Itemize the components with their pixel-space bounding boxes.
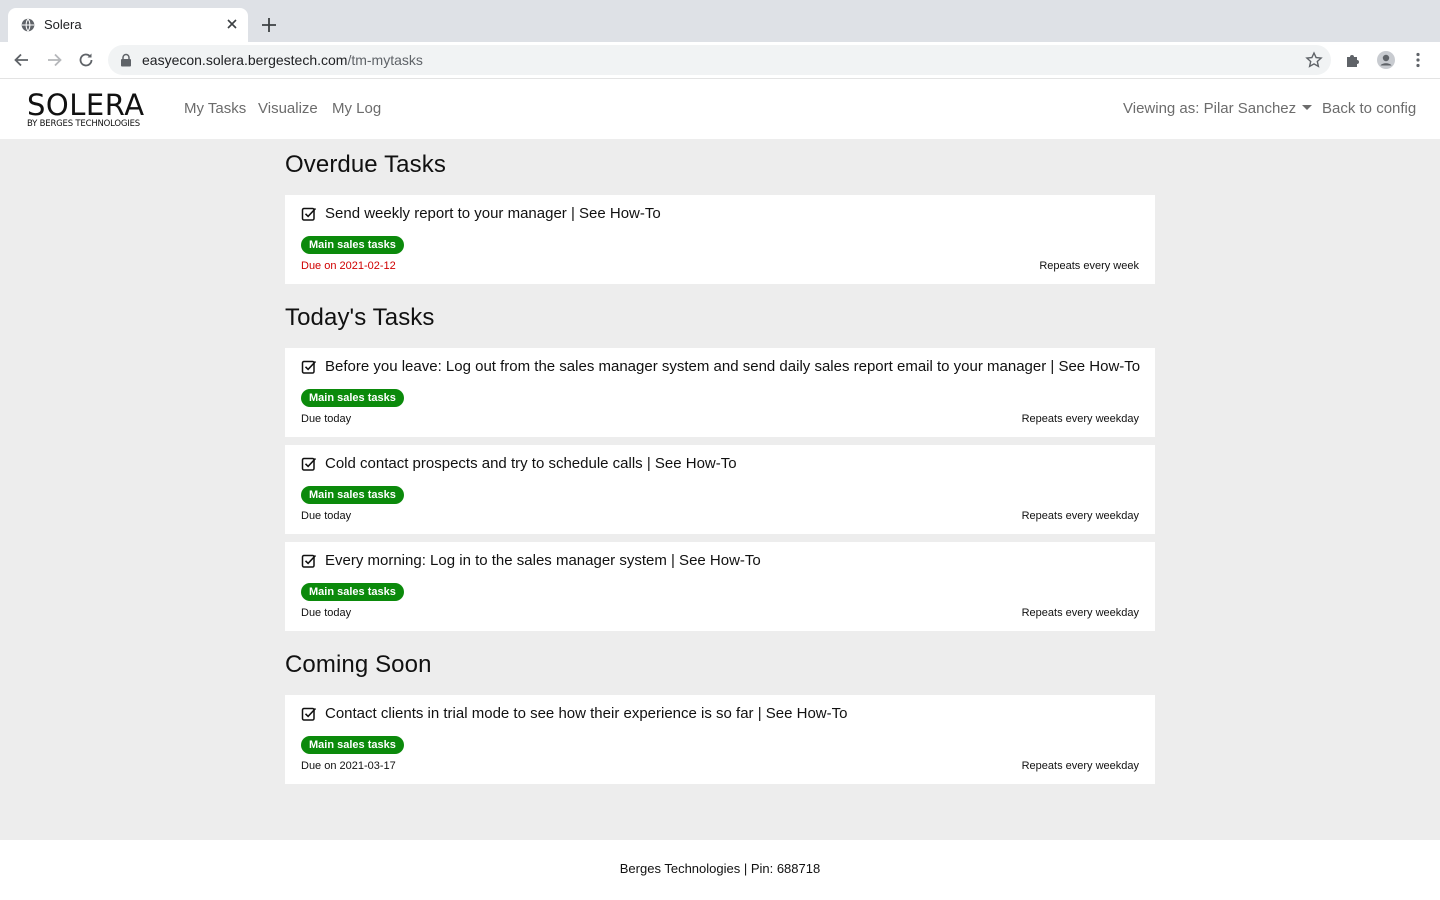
viewing-as-dropdown[interactable]: Viewing as: Pilar Sanchez bbox=[1123, 100, 1313, 117]
viewing-as-label: Viewing as: Pilar Sanchez bbox=[1123, 100, 1297, 117]
checkbox-icon[interactable] bbox=[301, 456, 317, 472]
category-badge: Main sales tasks bbox=[301, 236, 404, 254]
nav-link-my-tasks[interactable]: My Tasks bbox=[184, 100, 246, 117]
browser-tab[interactable]: Solera bbox=[8, 8, 248, 42]
task-card[interactable]: Every morning: Log in to the sales manag… bbox=[285, 542, 1155, 631]
new-tab-icon[interactable] bbox=[260, 16, 278, 34]
page-footer: Berges Technologies | Pin: 688718 bbox=[0, 840, 1440, 900]
repeat-frequency: Repeats every weekday bbox=[1021, 413, 1139, 425]
checkbox-icon[interactable] bbox=[301, 359, 317, 375]
due-date: Due on 2021-03-17 bbox=[301, 760, 396, 772]
task-title[interactable]: Contact clients in trial mode to see how… bbox=[325, 705, 847, 722]
due-date: Due today bbox=[301, 510, 352, 522]
globe-icon bbox=[21, 18, 35, 32]
bookmark-star-icon[interactable] bbox=[1305, 51, 1323, 69]
task-card[interactable]: Cold contact prospects and try to schedu… bbox=[285, 445, 1155, 534]
task-title[interactable]: Send weekly report to your manager | See… bbox=[325, 205, 661, 222]
checkbox-icon[interactable] bbox=[301, 553, 317, 569]
browser-toolbar: easyecon.solera.bergestech.com/tm-mytask… bbox=[0, 42, 1440, 79]
due-date: Due today bbox=[301, 413, 352, 425]
repeat-frequency: Repeats every week bbox=[1039, 260, 1139, 272]
section-title-coming-soon: Coming Soon bbox=[285, 651, 432, 678]
category-badge: Main sales tasks bbox=[301, 736, 404, 754]
caret-down-icon bbox=[1302, 105, 1313, 111]
app-navbar: SOLERA BY BERGES TECHNOLOGIES My Tasks V… bbox=[0, 79, 1440, 139]
profile-avatar-icon[interactable] bbox=[1376, 50, 1396, 70]
footer-text: Berges Technologies | Pin: 688718 bbox=[619, 861, 821, 876]
task-title[interactable]: Every morning: Log in to the sales manag… bbox=[325, 552, 761, 569]
close-icon[interactable] bbox=[224, 16, 240, 32]
more-menu-icon[interactable] bbox=[1408, 50, 1428, 70]
section-title-today: Today's Tasks bbox=[285, 304, 435, 331]
task-list: Overdue Tasks Send weekly report to your… bbox=[285, 139, 1155, 792]
extensions-puzzle-icon[interactable] bbox=[1344, 50, 1364, 70]
due-date: Due on 2021-02-12 bbox=[301, 260, 396, 272]
task-card[interactable]: Before you leave: Log out from the sales… bbox=[285, 348, 1155, 437]
category-badge: Main sales tasks bbox=[301, 583, 404, 601]
browser-tab-strip: Solera bbox=[0, 0, 1440, 42]
logo-main-text: SOLERA bbox=[27, 88, 145, 122]
repeat-frequency: Repeats every weekday bbox=[1021, 760, 1139, 772]
nav-link-visualize[interactable]: Visualize bbox=[258, 100, 318, 117]
reload-icon[interactable] bbox=[76, 50, 96, 70]
url-text: easyecon.solera.bergestech.com/tm-mytask… bbox=[142, 52, 423, 68]
task-card[interactable]: Contact clients in trial mode to see how… bbox=[285, 695, 1155, 784]
back-icon[interactable] bbox=[12, 50, 32, 70]
category-badge: Main sales tasks bbox=[301, 486, 404, 504]
forward-icon[interactable] bbox=[44, 50, 64, 70]
back-to-config-link[interactable]: Back to config bbox=[1322, 100, 1416, 117]
nav-link-my-log[interactable]: My Log bbox=[332, 100, 381, 117]
task-card[interactable]: Send weekly report to your manager | See… bbox=[285, 195, 1155, 284]
lock-icon bbox=[121, 53, 131, 67]
repeat-frequency: Repeats every weekday bbox=[1021, 510, 1139, 522]
address-bar[interactable]: easyecon.solera.bergestech.com/tm-mytask… bbox=[108, 45, 1331, 75]
solera-logo[interactable]: SOLERA BY BERGES TECHNOLOGIES bbox=[27, 88, 145, 130]
logo-sub-text: BY BERGES TECHNOLOGIES bbox=[27, 119, 140, 129]
checkbox-icon[interactable] bbox=[301, 206, 317, 222]
category-badge: Main sales tasks bbox=[301, 389, 404, 407]
task-title[interactable]: Before you leave: Log out from the sales… bbox=[325, 358, 1140, 375]
section-title-overdue: Overdue Tasks bbox=[285, 151, 446, 178]
repeat-frequency: Repeats every weekday bbox=[1021, 607, 1139, 619]
checkbox-icon[interactable] bbox=[301, 706, 317, 722]
due-date: Due today bbox=[301, 607, 352, 619]
task-title[interactable]: Cold contact prospects and try to schedu… bbox=[325, 455, 737, 472]
tab-title: Solera bbox=[44, 17, 82, 32]
